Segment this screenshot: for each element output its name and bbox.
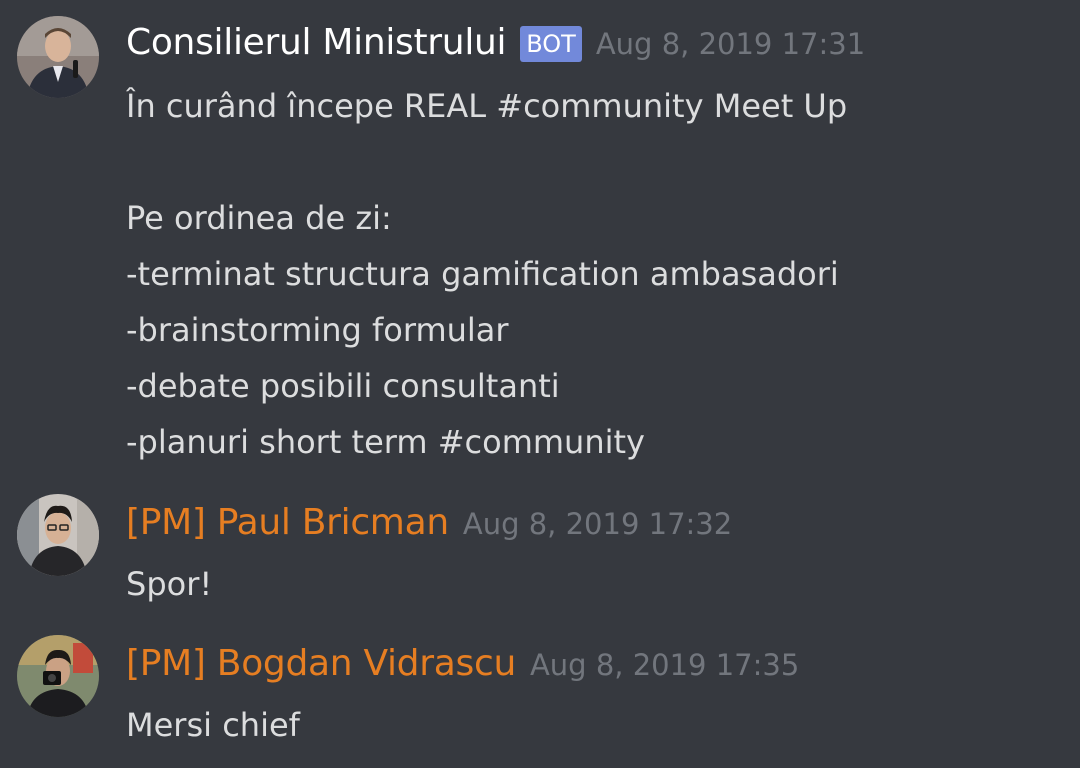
message-line: Spor!: [126, 565, 213, 603]
author-name[interactable]: [PM] Bogdan Vidrascu: [126, 643, 516, 684]
message-header: [PM] Bogdan Vidrascu Aug 8, 2019 17:35: [126, 643, 799, 684]
author-name[interactable]: [PM] Paul Bricman: [126, 502, 449, 543]
message-line: -debate posibili consultanti: [126, 367, 560, 405]
message-timestamp[interactable]: Aug 8, 2019 17:31: [596, 27, 865, 61]
message-content: Mersi chief: [126, 697, 300, 753]
author-name[interactable]: Consilierul Ministrului: [126, 22, 507, 63]
bot-badge: BOT: [520, 26, 582, 62]
message-line: -terminat structura gamification ambasad…: [126, 255, 839, 293]
avatar[interactable]: [17, 16, 99, 98]
chat-message-list: Consilierul Ministrului BOT Aug 8, 2019 …: [0, 0, 1080, 768]
message-header: [PM] Paul Bricman Aug 8, 2019 17:32: [126, 502, 732, 543]
message-timestamp[interactable]: Aug 8, 2019 17:35: [530, 648, 799, 682]
message-timestamp[interactable]: Aug 8, 2019 17:32: [463, 507, 732, 541]
message-content: În curând începe REAL #community Meet Up…: [126, 78, 847, 470]
message-line: [126, 134, 847, 190]
message-header: Consilierul Ministrului BOT Aug 8, 2019 …: [126, 22, 865, 64]
message-line: În curând începe REAL #community Meet Up: [126, 87, 848, 125]
message-line: Mersi chief: [126, 706, 300, 744]
message-line: Pe ordinea de zi:: [126, 199, 392, 237]
message-line: -planuri short term #community: [126, 423, 645, 461]
avatar[interactable]: [17, 635, 99, 717]
avatar[interactable]: [17, 494, 99, 576]
message-content: Spor!: [126, 556, 212, 612]
message-line: -brainstorming formular: [126, 311, 509, 349]
